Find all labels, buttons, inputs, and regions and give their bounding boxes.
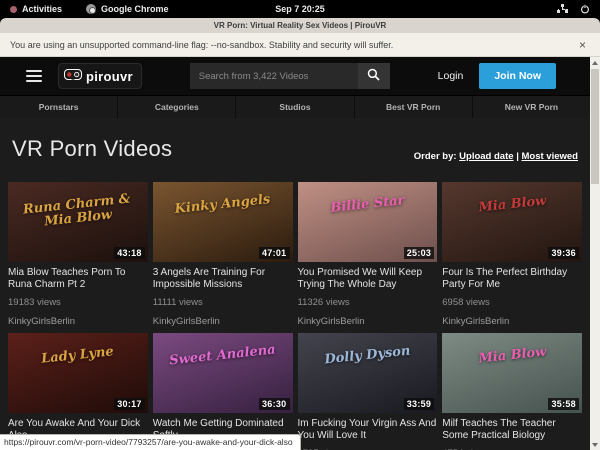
video-thumbnail[interactable]: Mia Blow 39:36 bbox=[442, 182, 582, 262]
video-card[interactable]: Mia Blow 35:58 Milf Teaches The Teacher … bbox=[442, 333, 582, 450]
site-logo[interactable]: pirouvr bbox=[58, 63, 142, 89]
video-card[interactable]: Kinky Angels 47:01 3 Angels Are Training… bbox=[153, 182, 293, 327]
order-by: Order by: Upload date | Most viewed bbox=[414, 151, 578, 162]
studio-link[interactable]: KinkyGirlsBerlin bbox=[8, 316, 148, 327]
video-title[interactable]: Four Is The Perfect Birthday Party For M… bbox=[442, 267, 582, 291]
studio-link[interactable]: KinkyGirlsBerlin bbox=[298, 316, 438, 327]
video-card[interactable]: Runa Charm & Mia Blow 43:18 Mia Blow Tea… bbox=[8, 182, 148, 327]
duration-badge: 25:03 bbox=[404, 247, 435, 259]
video-grid: Runa Charm & Mia Blow 43:18 Mia Blow Tea… bbox=[0, 182, 590, 450]
video-card[interactable]: Dolly Dyson 33:59 Im Fucking Your Virgin… bbox=[298, 333, 438, 450]
system-top-bar: Activities Google Chrome Sep 7 20:25 bbox=[0, 0, 600, 18]
site-header: pirouvr Login Join Now bbox=[0, 57, 590, 95]
network-icon[interactable] bbox=[557, 4, 568, 14]
video-thumbnail[interactable]: Dolly Dyson 33:59 bbox=[298, 333, 438, 413]
video-card[interactable]: Sweet Analena 36:30 Watch Me Getting Dom… bbox=[153, 333, 293, 450]
browser-infobar: You are using an unsupported command-lin… bbox=[0, 33, 600, 57]
web-viewport: pirouvr Login Join Now Pornstar bbox=[0, 57, 600, 450]
scroll-up-icon[interactable] bbox=[590, 57, 600, 68]
video-views: 19183 views bbox=[8, 297, 148, 308]
login-link[interactable]: Login bbox=[438, 70, 464, 82]
video-views: 11326 views bbox=[298, 297, 438, 308]
thumbnail-overlay-text: Mia Blow bbox=[450, 343, 574, 369]
window-title: VR Porn: Virtual Reality Sex Videos | Pi… bbox=[214, 21, 387, 30]
nav-item-studios[interactable]: Studios bbox=[235, 96, 353, 118]
infobar-message: You are using an unsupported command-lin… bbox=[10, 40, 393, 50]
main-nav: Pornstars Categories Studios Best VR Por… bbox=[0, 95, 590, 118]
order-upload-date-link[interactable]: Upload date bbox=[459, 151, 513, 162]
search-input[interactable] bbox=[190, 63, 358, 89]
duration-badge: 39:36 bbox=[548, 247, 579, 259]
video-views: 11111 views bbox=[153, 297, 293, 308]
video-title[interactable]: Im Fucking Your Virgin Ass And You Will … bbox=[298, 418, 438, 442]
video-thumbnail[interactable]: Mia Blow 35:58 bbox=[442, 333, 582, 413]
scroll-down-icon[interactable] bbox=[590, 439, 600, 450]
video-card[interactable]: Mia Blow 39:36 Four Is The Perfect Birth… bbox=[442, 182, 582, 327]
duration-badge: 47:01 bbox=[259, 247, 290, 259]
video-thumbnail[interactable]: Lady Lyne 30:17 bbox=[8, 333, 148, 413]
order-separator: | bbox=[516, 151, 519, 162]
activities-indicator-icon bbox=[10, 6, 17, 13]
nav-item-best-vr[interactable]: Best VR Porn bbox=[354, 96, 472, 118]
thumbnail-overlay-text: Kinky Angels bbox=[161, 192, 285, 218]
nav-item-new-vr[interactable]: New VR Porn bbox=[472, 96, 590, 118]
join-now-button[interactable]: Join Now bbox=[479, 63, 556, 89]
scrollbar[interactable] bbox=[590, 57, 600, 450]
thumbnail-overlay-text: Sweet Analena bbox=[161, 343, 285, 369]
duration-badge: 43:18 bbox=[114, 247, 145, 259]
activities-button[interactable]: Activities bbox=[10, 4, 62, 14]
video-thumbnail[interactable]: Billie Star 25:03 bbox=[298, 182, 438, 262]
search-button[interactable] bbox=[358, 63, 390, 89]
video-title[interactable]: You Promised We Will Keep Trying The Who… bbox=[298, 267, 438, 291]
studio-link[interactable]: KinkyGirlsBerlin bbox=[153, 316, 293, 327]
thumbnail-overlay-text: Billie Star bbox=[305, 192, 429, 218]
video-thumbnail[interactable]: Kinky Angels 47:01 bbox=[153, 182, 293, 262]
close-icon[interactable]: × bbox=[575, 39, 590, 51]
order-most-viewed-link[interactable]: Most viewed bbox=[522, 151, 579, 162]
nav-item-pornstars[interactable]: Pornstars bbox=[0, 96, 117, 118]
vr-goggles-icon bbox=[64, 67, 82, 85]
active-app-menu[interactable]: Google Chrome bbox=[86, 4, 169, 14]
order-by-label: Order by: bbox=[414, 151, 457, 162]
power-icon[interactable] bbox=[580, 4, 590, 14]
status-url: https://pirouvr.com/vr-porn-video/779325… bbox=[0, 434, 301, 450]
video-title[interactable]: 3 Angels Are Training For Impossible Mis… bbox=[153, 267, 293, 291]
nav-item-categories[interactable]: Categories bbox=[117, 96, 235, 118]
video-title[interactable]: Milf Teaches The Teacher Some Practical … bbox=[442, 418, 582, 442]
thumbnail-overlay-text: Runa Charm & Mia Blow bbox=[15, 192, 140, 232]
scrollbar-thumb[interactable] bbox=[591, 69, 599, 184]
studio-link[interactable]: KinkyGirlsBerlin bbox=[442, 316, 582, 327]
search-icon bbox=[367, 68, 380, 84]
duration-badge: 33:59 bbox=[404, 398, 435, 410]
video-title[interactable]: Mia Blow Teaches Porn To Runa Charm Pt 2 bbox=[8, 267, 148, 291]
thumbnail-overlay-text: Dolly Dyson bbox=[305, 343, 429, 369]
duration-badge: 36:30 bbox=[259, 398, 290, 410]
active-app-label: Google Chrome bbox=[101, 4, 169, 14]
search-bar bbox=[190, 63, 390, 89]
thumbnail-overlay-text: Mia Blow bbox=[450, 192, 574, 218]
clock-label: Sep 7 20:25 bbox=[275, 4, 325, 14]
duration-badge: 35:58 bbox=[548, 398, 579, 410]
logo-text: pirouvr bbox=[86, 69, 133, 84]
duration-badge: 30:17 bbox=[114, 398, 145, 410]
page-title: VR Porn Videos bbox=[12, 136, 172, 162]
menu-icon[interactable] bbox=[26, 70, 42, 82]
thumbnail-overlay-text: Lady Lyne bbox=[16, 343, 140, 369]
video-card[interactable]: Lady Lyne 30:17 Are You Awake And Your D… bbox=[8, 333, 148, 450]
video-views: 6958 views bbox=[442, 297, 582, 308]
video-thumbnail[interactable]: Sweet Analena 36:30 bbox=[153, 333, 293, 413]
clock-button[interactable]: Sep 7 20:25 bbox=[275, 4, 325, 14]
chrome-icon bbox=[86, 4, 96, 14]
activities-label: Activities bbox=[22, 4, 62, 14]
video-thumbnail[interactable]: Runa Charm & Mia Blow 43:18 bbox=[8, 182, 148, 262]
browser-title-bar: VR Porn: Virtual Reality Sex Videos | Pi… bbox=[0, 18, 600, 33]
video-card[interactable]: Billie Star 25:03 You Promised We Will K… bbox=[298, 182, 438, 327]
